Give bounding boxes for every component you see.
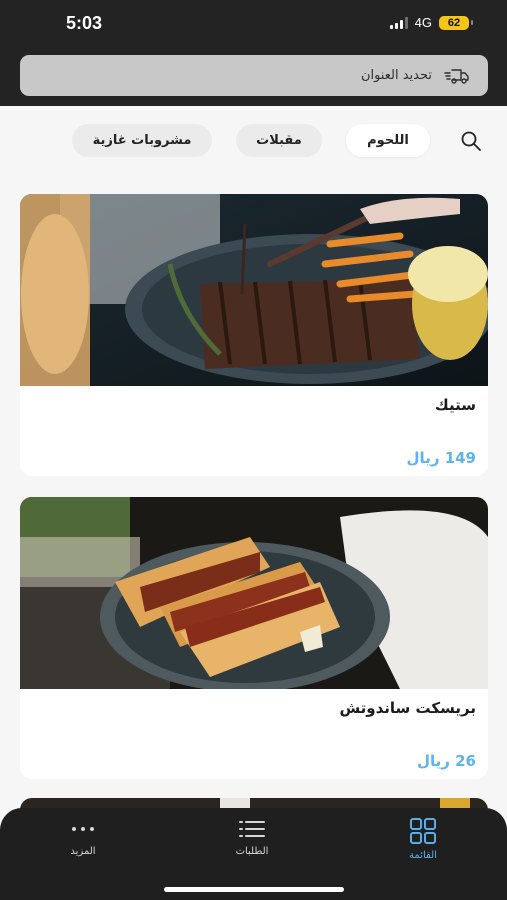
- nav-orders-label: الطلبات: [235, 846, 269, 857]
- search-icon[interactable]: [460, 130, 482, 152]
- network-type: 4G: [414, 15, 432, 30]
- category-tabs: اللحوم مقبلات مشروبات غازية: [0, 122, 507, 160]
- battery-level: 62: [439, 15, 469, 30]
- product-name: بريسكت ساندوتش: [339, 699, 476, 717]
- tab-meats[interactable]: اللحوم: [346, 124, 430, 157]
- truck-icon: [444, 68, 469, 84]
- address-label: تحديد العنوان: [360, 68, 432, 83]
- product-image: [20, 497, 488, 689]
- nav-more-label: المزيد: [70, 846, 96, 857]
- product-card[interactable]: بريسكت ساندوتش 26 ريال: [20, 497, 488, 779]
- nav-menu-label: القائمة: [409, 850, 437, 861]
- nav-menu[interactable]: القائمة: [378, 818, 468, 861]
- nav-orders[interactable]: الطلبات: [207, 818, 297, 857]
- tab-appetizers[interactable]: مقبلات: [236, 124, 322, 157]
- grid-icon: [410, 818, 436, 844]
- product-price: 26 ريال: [416, 752, 476, 770]
- address-selector[interactable]: تحديد العنوان: [20, 55, 488, 96]
- status-indicators: 4G 62: [389, 15, 473, 30]
- product-name: ستيك: [435, 396, 476, 414]
- status-time: 5:03: [66, 13, 103, 33]
- nav-more[interactable]: المزيد: [38, 818, 128, 857]
- product-card[interactable]: ستيك 149 ريال: [20, 194, 488, 476]
- product-price: 149 ريال: [406, 449, 476, 467]
- product-image: [20, 194, 488, 386]
- top-header: 5:03 4G 62 تحديد العنوان: [0, 0, 507, 106]
- battery-icon: [471, 20, 473, 25]
- home-indicator[interactable]: [164, 887, 344, 892]
- tab-soft-drinks[interactable]: مشروبات غازية: [72, 124, 212, 157]
- app-screen: 5:03 4G 62 تحديد العنوان اللحوم مقبلات م…: [0, 0, 507, 900]
- list-icon: [239, 821, 265, 837]
- more-dots-icon: [72, 827, 94, 831]
- signal-icon: [389, 16, 408, 29]
